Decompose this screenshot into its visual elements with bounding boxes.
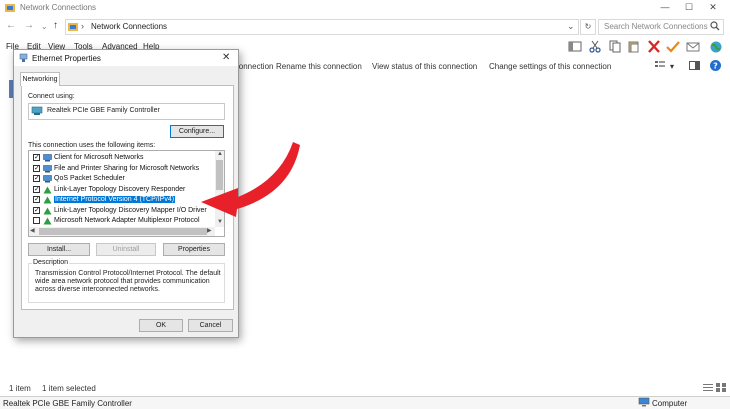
details-view-icon[interactable] <box>703 383 713 392</box>
command-view-status[interactable]: View status of this connection <box>372 62 477 71</box>
protocol-icon <box>43 196 52 204</box>
preview-pane-icon[interactable] <box>689 61 700 70</box>
list-item-label: QoS Packet Scheduler <box>54 175 125 182</box>
svg-text:?: ? <box>713 62 718 71</box>
list-item-label: Microsoft Network Adapter Multiplexor Pr… <box>54 217 200 224</box>
scroll-left-icon[interactable]: ◀ <box>30 227 35 234</box>
list-item[interactable]: ✓ Link-Layer Topology Discovery Mapper I/… <box>33 206 213 216</box>
configure-button[interactable]: Configure... <box>170 125 224 138</box>
details-adapter-name: Realtek PCIe GBE Family Controller <box>3 399 132 408</box>
properties-button[interactable]: Properties <box>163 243 225 256</box>
list-item[interactable]: ✓ Client for Microsoft Networks <box>33 153 213 163</box>
status-selected-count: 1 item selected <box>42 384 96 393</box>
list-item[interactable]: ✓ File and Printer Sharing for Microsoft … <box>33 164 213 174</box>
view-options-icon[interactable] <box>655 61 665 70</box>
dialog-close-button[interactable]: ✕ <box>222 52 230 63</box>
status-item-count: 1 item <box>9 384 31 393</box>
title-bar <box>0 0 730 16</box>
details-computer-label: Computer <box>652 399 688 408</box>
network-adapter-icon <box>31 106 43 115</box>
connect-using-label: Connect using: <box>28 93 75 100</box>
item-checkbox[interactable]: ✓ <box>33 175 40 182</box>
ok-button[interactable]: OK <box>139 319 183 332</box>
back-arrow-icon[interactable]: ← <box>6 20 16 31</box>
item-checkbox[interactable]: ✓ <box>33 185 40 193</box>
command-change-settings[interactable]: Change settings of this connection <box>489 62 611 71</box>
network-client-icon <box>43 164 52 172</box>
protocol-icon <box>43 217 52 225</box>
large-icons-view-icon[interactable] <box>716 383 726 392</box>
annotation-arrow-icon <box>201 142 300 217</box>
uninstall-button: Uninstall <box>96 243 156 256</box>
layout-icon[interactable] <box>568 40 582 53</box>
protocol-icon <box>43 207 52 214</box>
forward-arrow-icon[interactable]: → <box>24 20 34 31</box>
description-label: Description <box>32 259 70 266</box>
list-item[interactable]: ✓ QoS Packet Scheduler <box>33 174 213 184</box>
copy-icon[interactable] <box>608 40 622 53</box>
delete-icon[interactable] <box>647 40 661 53</box>
list-item[interactable]: ✓ Internet Protocol Version 4 (TCP/IPv4) <box>33 195 213 205</box>
tab-networking[interactable]: Networking <box>20 72 60 86</box>
address-dropdown-icon[interactable]: ⌄ <box>567 21 575 32</box>
close-window-button[interactable]: ✕ <box>698 0 728 16</box>
list-item-label: Link-Layer Topology Discovery Responder <box>54 185 186 193</box>
view-dropdown-icon[interactable]: ▾ <box>670 62 674 71</box>
list-item[interactable]: ✓ Link-Layer Topology Discovery Responder <box>33 185 213 195</box>
path-separator: › <box>81 21 84 31</box>
refresh-button[interactable]: ↻ <box>580 19 596 35</box>
network-client-icon <box>43 175 52 183</box>
dialog-title: Ethernet Properties <box>32 54 101 63</box>
network-client-icon <box>43 154 52 162</box>
email-icon[interactable] <box>686 40 700 53</box>
search-placeholder: Search Network Connections <box>604 22 708 31</box>
help-icon[interactable]: ? <box>710 60 721 71</box>
item-checkbox[interactable]: ✓ <box>33 196 40 203</box>
search-icon[interactable] <box>710 21 720 31</box>
list-item-label: Internet Protocol Version 4 (TCP/IPv4) <box>54 196 176 203</box>
network-folder-icon <box>68 23 78 31</box>
command-connection[interactable]: Connection <box>233 62 273 71</box>
adapter-name: Realtek PCIe GBE Family Controller <box>47 107 160 114</box>
item-checkbox[interactable]: ✓ <box>33 164 40 172</box>
item-checkbox[interactable] <box>33 217 40 224</box>
item-checkbox[interactable]: ✓ <box>33 154 40 161</box>
items-list-label: This connection uses the following items… <box>28 142 156 149</box>
list-item[interactable]: Microsoft Network Adapter Multiplexor Pr… <box>33 216 213 226</box>
protocol-icon <box>43 186 52 193</box>
list-item-label: Client for Microsoft Networks <box>54 154 144 161</box>
list-item-label: Link-Layer Topology Discovery Mapper I/O… <box>54 206 207 214</box>
network-folder-icon <box>5 4 15 12</box>
ethernet-icon <box>19 53 28 62</box>
cut-icon[interactable] <box>588 40 602 53</box>
item-checkbox[interactable]: ✓ <box>33 206 40 214</box>
scroll-right-icon[interactable]: ▶ <box>207 227 212 234</box>
description-text: Transmission Control Protocol/Internet P… <box>35 270 221 293</box>
list-item-label: File and Printer Sharing for Microsoft N… <box>54 164 200 172</box>
paste-icon[interactable] <box>627 40 641 53</box>
globe-icon[interactable] <box>709 40 723 53</box>
address-path[interactable]: Network Connections <box>91 22 167 31</box>
recent-locations-icon[interactable]: ⌄ <box>41 22 48 31</box>
cancel-button[interactable]: Cancel <box>188 319 233 332</box>
window-title: Network Connections <box>20 3 97 12</box>
checkmark-icon[interactable] <box>666 40 680 53</box>
install-button[interactable]: Install... <box>28 243 90 256</box>
computer-icon <box>638 397 650 407</box>
up-arrow-icon[interactable]: ↑ <box>53 20 58 31</box>
command-rename-connection[interactable]: Rename this connection <box>276 62 362 71</box>
horizontal-scroll-thumb[interactable] <box>39 228 207 235</box>
